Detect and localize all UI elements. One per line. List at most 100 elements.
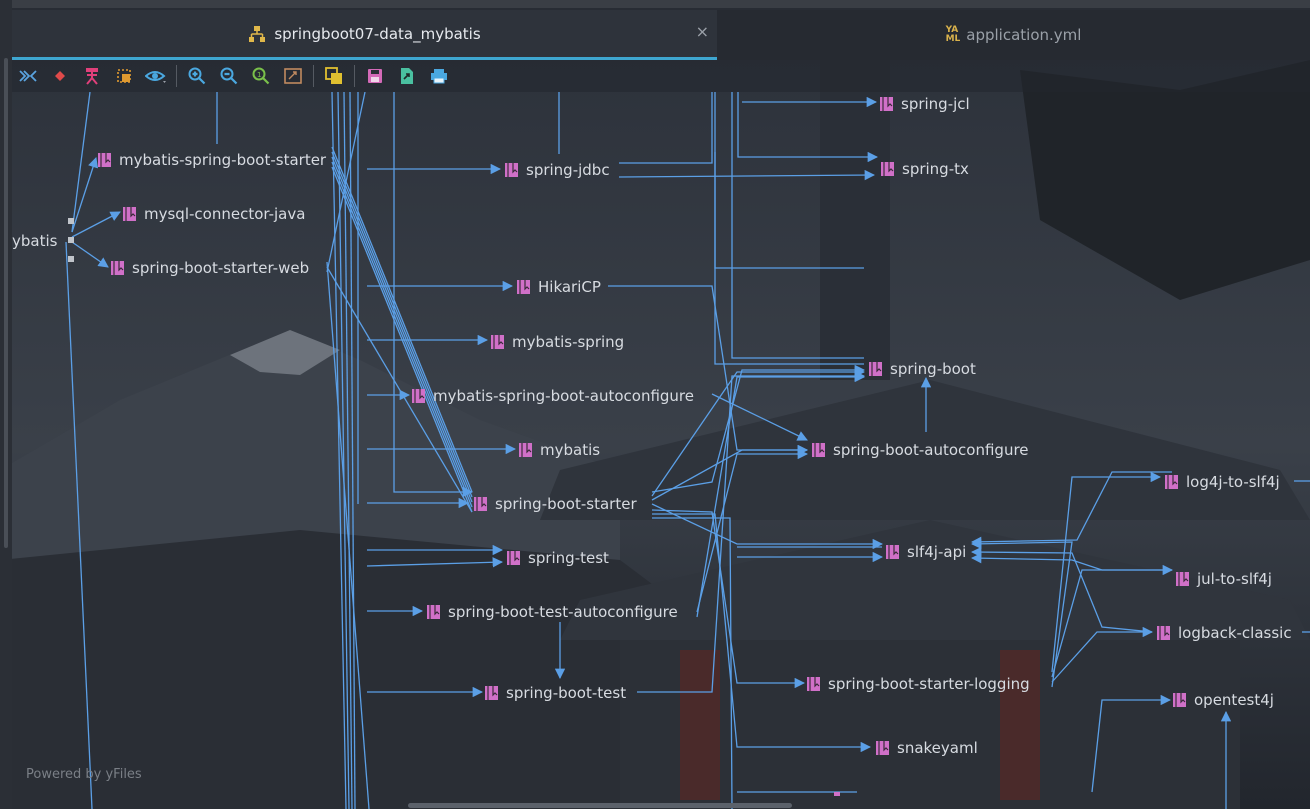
node-root-label[interactable]: ybatis xyxy=(12,232,58,250)
graph-node-logback-classic[interactable]: logback-classic xyxy=(1157,624,1292,642)
port-handle[interactable] xyxy=(68,218,74,224)
tab-application-yml[interactable]: YA ML application.yml xyxy=(717,10,1310,60)
print-icon[interactable] xyxy=(423,60,455,92)
graph-node-spring-tx[interactable]: spring-tx xyxy=(881,160,969,178)
expand-collapse-icon[interactable] xyxy=(12,60,44,92)
library-icon xyxy=(98,153,111,167)
library-icon xyxy=(474,497,487,511)
node-label: spring-boot-test xyxy=(506,684,626,702)
graph-node-hikaricp[interactable]: HikariCP xyxy=(517,278,601,296)
node-label: spring-boot-test-autoconfigure xyxy=(448,603,678,621)
library-icon xyxy=(1165,475,1178,489)
layers-icon[interactable] xyxy=(318,60,350,92)
library-icon xyxy=(412,389,425,403)
tab-label: springboot07-data_mybatis xyxy=(274,24,481,43)
library-icon xyxy=(876,741,889,755)
library-icon xyxy=(427,605,440,619)
graph-node-mysql-connector-java[interactable]: mysql-connector-java xyxy=(123,205,305,223)
graph-node-opentest4j[interactable]: opentest4j xyxy=(1173,691,1274,709)
library-icon xyxy=(812,443,825,457)
library-icon xyxy=(507,551,520,565)
library-icon xyxy=(517,280,530,294)
graph-node-spring-boot-autoconfigure[interactable]: spring-boot-autoconfigure xyxy=(812,441,1029,459)
graph-node-slf4j-api[interactable]: slf4j-api xyxy=(886,543,966,561)
diamond-icon[interactable] xyxy=(44,60,76,92)
node-label: mybatis xyxy=(540,441,600,459)
dependency-edges xyxy=(65,92,1310,809)
graph-node-spring-boot-test-autoconfigure[interactable]: spring-boot-test-autoconfigure xyxy=(427,603,678,621)
graph-node-spring-boot[interactable]: spring-boot xyxy=(869,360,976,378)
library-icon xyxy=(111,261,124,275)
library-icon xyxy=(485,686,498,700)
save-icon[interactable] xyxy=(359,60,391,92)
node-label: spring-tx xyxy=(902,160,969,178)
node-label: opentest4j xyxy=(1194,691,1274,709)
node-label: spring-boot-starter xyxy=(495,495,637,513)
graph-node-spring-jcl[interactable]: spring-jcl xyxy=(880,95,970,113)
node-label: spring-test xyxy=(528,549,609,567)
graph-node-mybatis-spring-boot-autoconfigure[interactable]: mybatis-spring-boot-autoconfigure xyxy=(412,387,694,405)
graph-node-spring-jdbc[interactable]: spring-jdbc xyxy=(505,161,610,179)
vertical-scrollbar[interactable] xyxy=(4,58,8,548)
eye-icon[interactable] xyxy=(140,60,172,92)
library-icon xyxy=(519,443,532,457)
toolbar-separator xyxy=(313,65,314,87)
node-label: mysql-connector-java xyxy=(144,205,305,223)
graph-node-mybatis-spring-boot-starter[interactable]: mybatis-spring-boot-starter xyxy=(98,151,327,169)
select-dashed-icon[interactable] xyxy=(108,60,140,92)
graph-node-spring-boot-test[interactable]: spring-boot-test xyxy=(485,684,626,702)
hierarchy-icon xyxy=(248,25,266,43)
library-icon xyxy=(1176,572,1189,586)
node-label: mybatis-spring xyxy=(512,333,624,351)
fit-content-icon[interactable] xyxy=(277,60,309,92)
port-handle[interactable] xyxy=(68,256,74,262)
library-icon xyxy=(1157,626,1170,640)
left-gutter xyxy=(0,0,12,809)
graph-node-mybatis[interactable]: mybatis xyxy=(519,441,600,459)
library-icon xyxy=(886,545,899,559)
library-icon xyxy=(880,97,893,111)
library-icon xyxy=(807,677,820,691)
node-label: spring-jcl xyxy=(901,95,970,113)
horizontal-scrollbar[interactable] xyxy=(408,803,792,808)
library-icon xyxy=(505,163,518,177)
tab-bar-top-strip xyxy=(12,0,1310,8)
library-icon xyxy=(869,362,882,376)
powered-by-label: Powered by yFiles xyxy=(26,767,142,782)
node-label: log4j-to-slf4j xyxy=(1186,473,1280,491)
node-label: spring-boot xyxy=(890,360,976,378)
graph-node-spring-test[interactable]: spring-test xyxy=(507,549,609,567)
diagram-toolbar: 1 xyxy=(12,60,1310,92)
close-tab-icon[interactable]: × xyxy=(696,22,709,41)
toolbar-separator xyxy=(354,65,355,87)
port-handle[interactable] xyxy=(68,237,74,243)
dependency-diagram[interactable]: ybatis mybatis-spring-boot-starter mysql-… xyxy=(12,92,1310,809)
graph-node-spring-boot-starter[interactable]: spring-boot-starter xyxy=(474,495,637,513)
tab-label: application.yml xyxy=(966,26,1082,44)
node-label: spring-boot-starter-logging xyxy=(828,675,1030,693)
actor-icon[interactable] xyxy=(76,60,108,92)
node-label: mybatis-spring-boot-starter xyxy=(119,151,327,169)
node-label: spring-jdbc xyxy=(526,161,610,179)
graph-node-spring-boot-starter-logging[interactable]: spring-boot-starter-logging xyxy=(807,675,1030,693)
export-icon[interactable] xyxy=(391,60,423,92)
node-label: slf4j-api xyxy=(907,543,966,561)
yaml-file-icon: YA ML xyxy=(945,25,961,44)
tab-springboot07-data-mybatis[interactable]: springboot07-data_mybatis × xyxy=(12,10,717,60)
zoom-in-icon[interactable] xyxy=(181,60,213,92)
toolbar-separator xyxy=(176,65,177,87)
node-label: logback-classic xyxy=(1178,624,1292,642)
node-label: jul-to-slf4j xyxy=(1196,570,1272,588)
graph-node-snakeyaml[interactable]: snakeyaml xyxy=(876,739,978,757)
graph-node-log4j-to-slf4j[interactable]: log4j-to-slf4j xyxy=(1165,473,1280,491)
library-icon xyxy=(123,207,136,221)
node-label: snakeyaml xyxy=(897,739,978,757)
graph-node-mybatis-spring[interactable]: mybatis-spring xyxy=(491,333,624,351)
graph-node-jul-to-slf4j[interactable]: jul-to-slf4j xyxy=(1176,570,1272,588)
node-label: spring-boot-autoconfigure xyxy=(833,441,1029,459)
library-icon xyxy=(1173,693,1186,707)
graph-node-spring-boot-starter-web[interactable]: spring-boot-starter-web xyxy=(111,259,309,277)
zoom-out-icon[interactable] xyxy=(213,60,245,92)
node-label: spring-boot-starter-web xyxy=(132,259,309,277)
actual-size-icon[interactable]: 1 xyxy=(245,60,277,92)
